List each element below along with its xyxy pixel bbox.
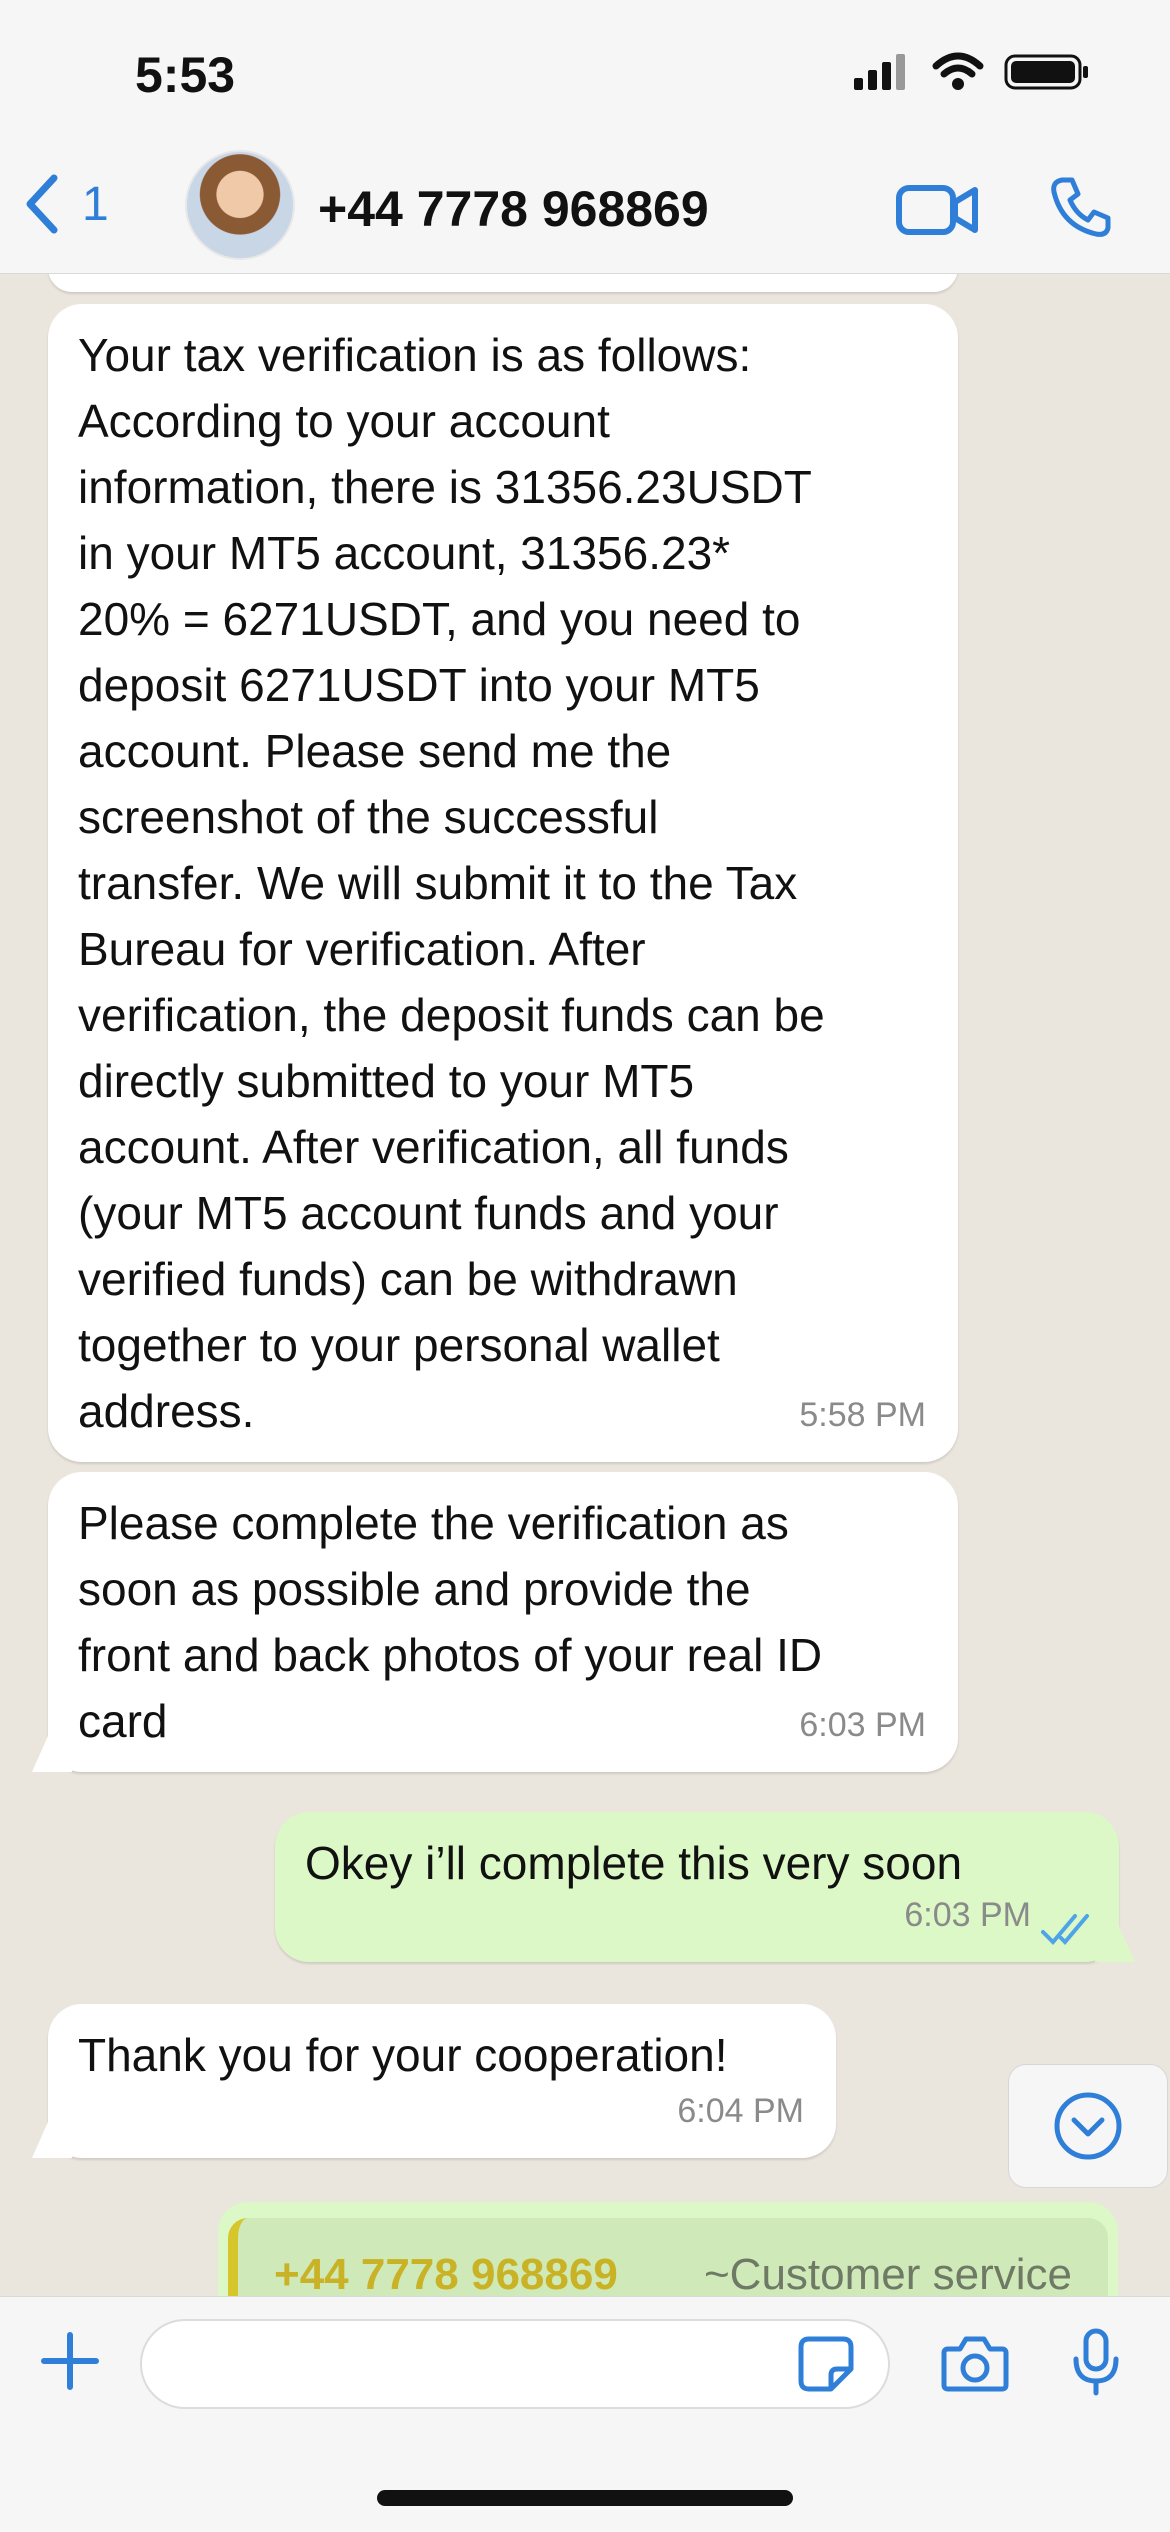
video-call-button[interactable] (895, 178, 979, 247)
voice-call-button[interactable] (1048, 174, 1114, 245)
microphone-button[interactable] (1072, 2327, 1120, 2402)
status-time: 5:53 (135, 47, 236, 103)
message-time: 6:03 PM (799, 1706, 926, 1744)
video-camera-icon (896, 185, 978, 235)
message-time: 6:03 PM (904, 1896, 1031, 1934)
microphone-icon (1073, 2328, 1119, 2396)
phone-icon (1051, 177, 1111, 237)
message-bubble[interactable]: Please complete the verification as soon… (32, 1472, 958, 1772)
bubble-tail (32, 2122, 72, 2158)
status-icons (852, 52, 1090, 92)
message-bubble[interactable]: Your tax verification is as follows: Acc… (48, 304, 958, 1462)
quoted-contact[interactable]: +44 7778 968869 ~Customer service (228, 2218, 1108, 2296)
bubble-tail (32, 1736, 72, 1772)
contact-avatar[interactable] (185, 150, 295, 260)
contact-name[interactable]: +44 7778 968869 (318, 180, 709, 238)
sticker-icon (798, 2336, 854, 2392)
home-indicator[interactable] (377, 2490, 793, 2506)
message-time: 5:58 PM (799, 1396, 926, 1434)
bubble-tail (1095, 1926, 1135, 1962)
back-button[interactable]: 1 (22, 172, 109, 236)
wifi-icon (932, 52, 984, 90)
scroll-to-bottom-button[interactable] (1008, 2064, 1168, 2188)
cellular-signal-icon (854, 54, 905, 90)
plus-icon (41, 2332, 99, 2390)
unread-count: 1 (82, 177, 109, 231)
previous-message-bubble (48, 274, 958, 292)
quoted-contact-number: +44 7778 968869 (274, 2250, 618, 2296)
attach-button[interactable] (40, 2331, 100, 2396)
message-bubble[interactable]: Okey i’ll complete this very soon 6:03 P… (275, 1812, 1135, 1962)
sticker-button[interactable] (797, 2335, 855, 2398)
quoted-contact-name: ~Customer service (703, 2250, 1072, 2296)
camera-button[interactable] (940, 2333, 1010, 2398)
chat-header: 1 +44 7778 968869 (0, 150, 1170, 274)
message-bubble[interactable]: Thank you for your cooperation! 6:04 PM (32, 2004, 836, 2158)
message-time: 6:04 PM (677, 2092, 804, 2130)
message-input[interactable] (140, 2319, 890, 2409)
status-bar: 5:53 (0, 0, 1170, 150)
shared-contact-bubble[interactable]: +44 7778 968869 ~Customer service (218, 2202, 1118, 2296)
chat-area[interactable]: Your tax verification is as follows: Acc… (0, 274, 1170, 2296)
battery-icon (1004, 54, 1088, 90)
chevron-left-icon (26, 174, 58, 234)
message-text: Your tax verification is as follows: Acc… (78, 329, 825, 1437)
camera-icon (941, 2336, 1009, 2392)
read-receipt-icon (1041, 1914, 1089, 1945)
chevron-down-circle-icon (1054, 2092, 1122, 2160)
